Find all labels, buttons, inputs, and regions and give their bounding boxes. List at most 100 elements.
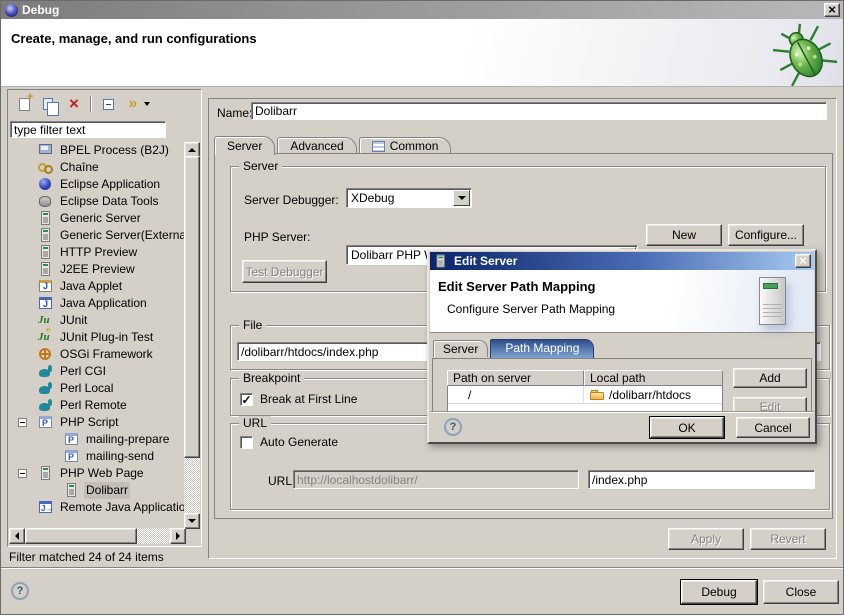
collapse-all-icon <box>103 99 114 110</box>
window-title: Debug <box>22 3 59 17</box>
path-mapping-content: Path on server Local path //dolibarr/htd… <box>432 358 812 414</box>
collapse-expander-icon[interactable] <box>18 418 27 427</box>
edit-server-title: Edit Server <box>454 254 517 268</box>
edit-server-footer: OK Cancel <box>430 411 814 441</box>
tree-vertical-scrollbar[interactable] <box>184 142 200 529</box>
url-path-input[interactable] <box>588 470 815 489</box>
debug-button[interactable]: Debug <box>681 580 757 604</box>
dialog-subheading: Configure Server Path Mapping <box>447 302 615 316</box>
ok-button[interactable]: OK <box>650 417 724 438</box>
name-label: Name: <box>217 106 252 120</box>
tree-item-label: mailing-send <box>84 448 156 465</box>
tree-item-j2ee-preview[interactable]: J2EE Preview <box>10 261 186 278</box>
php-server-label: PHP Server: <box>244 230 310 244</box>
server-debugger-label: Server Debugger: <box>244 193 339 207</box>
tree-horizontal-scrollbar[interactable] <box>9 528 186 544</box>
edit-server-titlebar[interactable]: Edit Server <box>430 252 814 270</box>
scroll-down-button[interactable] <box>184 513 200 529</box>
window-titlebar[interactable]: Debug <box>1 1 843 19</box>
scroll-left-button[interactable] <box>9 528 25 544</box>
tree-item-generic-server[interactable]: Generic Server <box>10 210 186 227</box>
collapse-expander-icon[interactable] <box>18 469 27 478</box>
php-icon <box>38 415 55 430</box>
tree-item-java-applet[interactable]: Java Applet <box>10 278 186 295</box>
php-icon <box>64 432 81 447</box>
tree-item-dolibarr[interactable]: Dolibarr <box>10 482 186 499</box>
add-mapping-button[interactable]: Add <box>733 368 807 388</box>
duplicate-configuration-button[interactable] <box>38 94 60 114</box>
url-base-input <box>293 470 579 489</box>
tree-item-eclipse-application[interactable]: Eclipse Application <box>10 176 186 193</box>
tree-item-perl-cgi[interactable]: Perl CGI <box>10 363 186 380</box>
local-path-text: /dolibarr/htdocs <box>609 388 691 402</box>
new-server-button[interactable]: New <box>646 224 722 246</box>
apply-button[interactable]: Apply <box>668 528 744 550</box>
edit-server-close-button[interactable] <box>795 254 811 268</box>
tab-advanced[interactable]: Advanced <box>277 137 356 154</box>
url-group-legend: URL <box>239 416 271 430</box>
dialog-tab-server[interactable]: Server <box>433 340 488 357</box>
tree-item-label: J2EE Preview <box>58 261 137 278</box>
tree-item-mailing-send[interactable]: mailing-send <box>10 448 186 465</box>
scroll-right-button[interactable] <box>170 528 186 544</box>
tree-item-label: Generic Server <box>58 210 143 227</box>
tree-item-php-web-page[interactable]: PHP Web Page <box>10 465 186 482</box>
osgi-icon <box>38 347 55 362</box>
tab-common[interactable]: Common <box>359 137 452 154</box>
tree-item-bpel-process-b2j[interactable]: BPEL Process (B2J) <box>10 142 186 159</box>
tree-item-perl-remote[interactable]: Perl Remote <box>10 397 186 414</box>
vertical-scroll-thumb[interactable] <box>184 156 200 458</box>
break-first-line-checkbox[interactable] <box>240 393 253 406</box>
tree-item-http-preview[interactable]: HTTP Preview <box>10 244 186 261</box>
name-input[interactable] <box>251 102 827 120</box>
tree-item-php-script[interactable]: PHP Script <box>10 414 186 431</box>
dialog-tab-path-mapping[interactable]: Path Mapping <box>490 339 594 358</box>
filter-configurations-button[interactable] <box>122 94 144 114</box>
column-path-on-server[interactable]: Path on server <box>447 370 584 386</box>
dropdown-arrow-icon[interactable] <box>453 190 470 206</box>
eclipse-logo-icon <box>5 4 18 17</box>
dialog-help-button[interactable] <box>444 418 462 436</box>
tab-server[interactable]: Server <box>214 136 275 155</box>
footer-separator <box>1 567 843 569</box>
delete-icon <box>69 97 79 112</box>
tree-item-cha-ne[interactable]: Chaîne <box>10 159 186 176</box>
tree-item-label: PHP Web Page <box>58 465 146 482</box>
server-icon <box>38 466 55 481</box>
column-local-path[interactable]: Local path <box>584 370 723 386</box>
arrow-right-icon <box>176 532 184 540</box>
server-debugger-select[interactable]: XDebug <box>346 188 472 208</box>
horizontal-scroll-thumb[interactable] <box>25 528 137 544</box>
configurations-panel: BPEL Process (B2J)ChaîneEclipse Applicat… <box>7 89 202 547</box>
collapse-all-button[interactable] <box>97 94 119 114</box>
window-close-button[interactable] <box>824 3 840 17</box>
chain-icon <box>38 160 55 175</box>
server-tower-image <box>759 277 786 325</box>
tree-item-perl-local[interactable]: Perl Local <box>10 380 186 397</box>
perl-icon <box>38 398 55 413</box>
help-button[interactable] <box>11 582 29 600</box>
table-header-row: Path on server Local path <box>447 370 723 386</box>
delete-configuration-button[interactable] <box>63 94 85 114</box>
rjava-icon <box>38 500 55 515</box>
tree-item-eclipse-data-tools[interactable]: Eclipse Data Tools <box>10 193 186 210</box>
tree-item-java-application[interactable]: Java Application <box>10 295 186 312</box>
tree-item-junit[interactable]: JUnit <box>10 312 186 329</box>
configure-server-button[interactable]: Configure... <box>728 224 804 246</box>
tree-item-junit-plug-in-test[interactable]: JUnit Plug-in Test <box>10 329 186 346</box>
revert-button[interactable]: Revert <box>750 528 826 550</box>
new-configuration-button[interactable] <box>13 94 35 114</box>
tree-item-remote-java-application[interactable]: Remote Java Application <box>10 499 186 516</box>
auto-generate-checkbox[interactable] <box>240 436 253 449</box>
tree-item-osgi-framework[interactable]: OSGi Framework <box>10 346 186 363</box>
tree-item-label: Java Application <box>58 295 149 312</box>
test-debugger-button[interactable]: Test Debugger <box>242 260 327 283</box>
cancel-button[interactable]: Cancel <box>736 417 810 438</box>
arrow-up-icon <box>188 144 196 152</box>
edit-server-header: Edit Server Path Mapping Configure Serve… <box>430 270 814 333</box>
filter-input[interactable] <box>10 121 166 138</box>
path-mapping-row[interactable]: //dolibarr/htdocs <box>448 386 722 404</box>
close-button[interactable]: Close <box>763 580 839 604</box>
tree-item-mailing-prepare[interactable]: mailing-prepare <box>10 431 186 448</box>
tree-item-generic-server-external-la[interactable]: Generic Server(External La <box>10 227 186 244</box>
